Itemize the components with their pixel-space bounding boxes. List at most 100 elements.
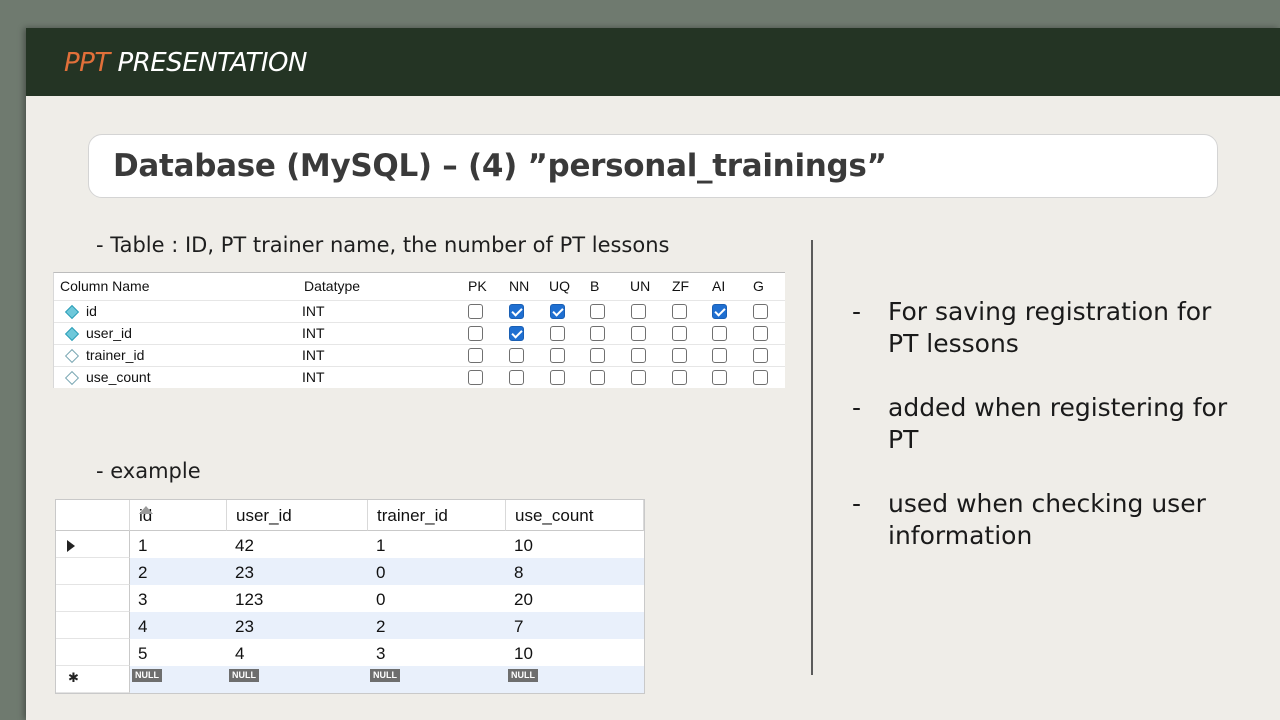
column-header-id[interactable]: id [130,500,227,531]
table-row[interactable]: 2 23 0 8 [130,558,644,585]
checkbox-uq[interactable] [550,304,565,319]
schema-header-ai: AI [712,278,726,294]
checkbox-uq[interactable] [550,326,565,341]
bullet-item: - added when registering for PT [852,392,1232,456]
schema-header-g: G [753,278,764,294]
bullet-item: - used when checking user information [852,488,1232,552]
column-datatype[interactable]: INT [302,303,325,319]
new-row-header[interactable]: ✱ [56,666,130,693]
row-header[interactable] [56,612,130,639]
bullet-text: added when registering for PT [888,393,1228,454]
cell-user-id[interactable]: 23 [235,617,254,637]
schema-row: id INT [54,300,785,323]
table-row[interactable]: 5 4 3 10 [130,639,644,666]
schema-header-nn: NN [509,278,530,294]
cell-trainer-id[interactable]: 2 [376,617,385,637]
checkbox-pk[interactable] [468,326,483,341]
checkbox-g[interactable] [753,370,768,385]
table-row[interactable]: 3 123 0 20 [130,585,644,612]
column-datatype[interactable]: INT [302,347,325,363]
checkbox-b[interactable] [590,348,605,363]
column-header-user-id[interactable]: user_id [227,500,368,531]
column-name[interactable]: use_count [86,369,151,385]
cell-use-count[interactable]: 20 [514,590,533,610]
cell-use-count[interactable]: 8 [514,563,523,583]
cell-trainer-id[interactable]: 0 [376,563,385,583]
checkbox-ai[interactable] [712,370,727,385]
null-badge[interactable]: NULL [132,669,162,682]
cell-trainer-id[interactable]: 1 [376,536,385,556]
vertical-divider [811,240,813,675]
checkbox-un[interactable] [631,348,646,363]
checkbox-zf[interactable] [672,304,687,319]
column-header-use-count[interactable]: use_count [506,500,644,531]
bullet-item: - For saving registration for PT lessons [852,296,1232,360]
schema-header-datatype: Datatype [304,278,361,294]
row-header[interactable] [56,558,130,585]
cell-id[interactable]: 5 [138,644,147,664]
row-header[interactable] [56,531,130,558]
null-badge[interactable]: NULL [508,669,538,682]
title-box: Database (MySQL) – (4) ”personal_trainin… [88,134,1218,198]
checkbox-pk[interactable] [468,304,483,319]
checkbox-ai[interactable] [712,326,727,341]
checkbox-zf[interactable] [672,370,687,385]
null-badge[interactable]: NULL [229,669,259,682]
checkbox-g[interactable] [753,348,768,363]
checkbox-ai[interactable] [712,304,727,319]
new-row[interactable]: NULL NULL NULL NULL [130,666,644,693]
brand-rest: PRESENTATION [109,48,308,78]
column-header-trainer-id[interactable]: trainer_id [368,500,506,531]
checkbox-zf[interactable] [672,326,687,341]
key-icon [64,304,80,320]
checkbox-nn[interactable] [509,370,524,385]
checkbox-b[interactable] [590,304,605,319]
checkbox-uq[interactable] [550,348,565,363]
column-datatype[interactable]: INT [302,325,325,341]
checkbox-b[interactable] [590,326,605,341]
cell-user-id[interactable]: 123 [235,590,263,610]
null-badge[interactable]: NULL [370,669,400,682]
sort-ascending-icon[interactable] [139,506,153,514]
column-datatype[interactable]: INT [302,369,325,385]
schema-row: use_count INT [54,366,785,389]
checkbox-un[interactable] [631,370,646,385]
slide: PPT PRESENTATION Database (MySQL) – (4) … [26,28,1280,720]
checkbox-pk[interactable] [468,370,483,385]
checkbox-uq[interactable] [550,370,565,385]
checkbox-pk[interactable] [468,348,483,363]
column-name[interactable]: id [86,303,97,319]
cell-id[interactable]: 4 [138,617,147,637]
cell-use-count[interactable]: 10 [514,536,533,556]
row-header[interactable] [56,639,130,666]
cell-trainer-id[interactable]: 0 [376,590,385,610]
checkbox-nn[interactable] [509,304,524,319]
row-header[interactable] [56,585,130,612]
example-grid: id user_id trainer_id use_count 1 42 1 10 2 23 0 8 3… [55,499,645,694]
cell-id[interactable]: 2 [138,563,147,583]
cell-id[interactable]: 1 [138,536,147,556]
cell-use-count[interactable]: 10 [514,644,533,664]
column-header-label: use_count [515,506,594,525]
cell-user-id[interactable]: 42 [235,536,254,556]
column-name[interactable]: trainer_id [86,347,144,363]
checkbox-b[interactable] [590,370,605,385]
cell-trainer-id[interactable]: 3 [376,644,385,664]
checkbox-nn[interactable] [509,326,524,341]
cell-id[interactable]: 3 [138,590,147,610]
checkbox-un[interactable] [631,326,646,341]
table-row[interactable]: 4 23 2 7 [130,612,644,639]
cell-use-count[interactable]: 7 [514,617,523,637]
schema-header-zf: ZF [672,278,690,294]
cell-user-id[interactable]: 4 [235,644,244,664]
checkbox-un[interactable] [631,304,646,319]
cell-user-id[interactable]: 23 [235,563,254,583]
checkbox-ai[interactable] [712,348,727,363]
checkbox-g[interactable] [753,304,768,319]
checkbox-zf[interactable] [672,348,687,363]
table-row[interactable]: 1 42 1 10 [130,531,644,558]
checkbox-g[interactable] [753,326,768,341]
checkbox-nn[interactable] [509,348,524,363]
column-name[interactable]: user_id [86,325,132,341]
schema-header-pk: PK [468,278,487,294]
